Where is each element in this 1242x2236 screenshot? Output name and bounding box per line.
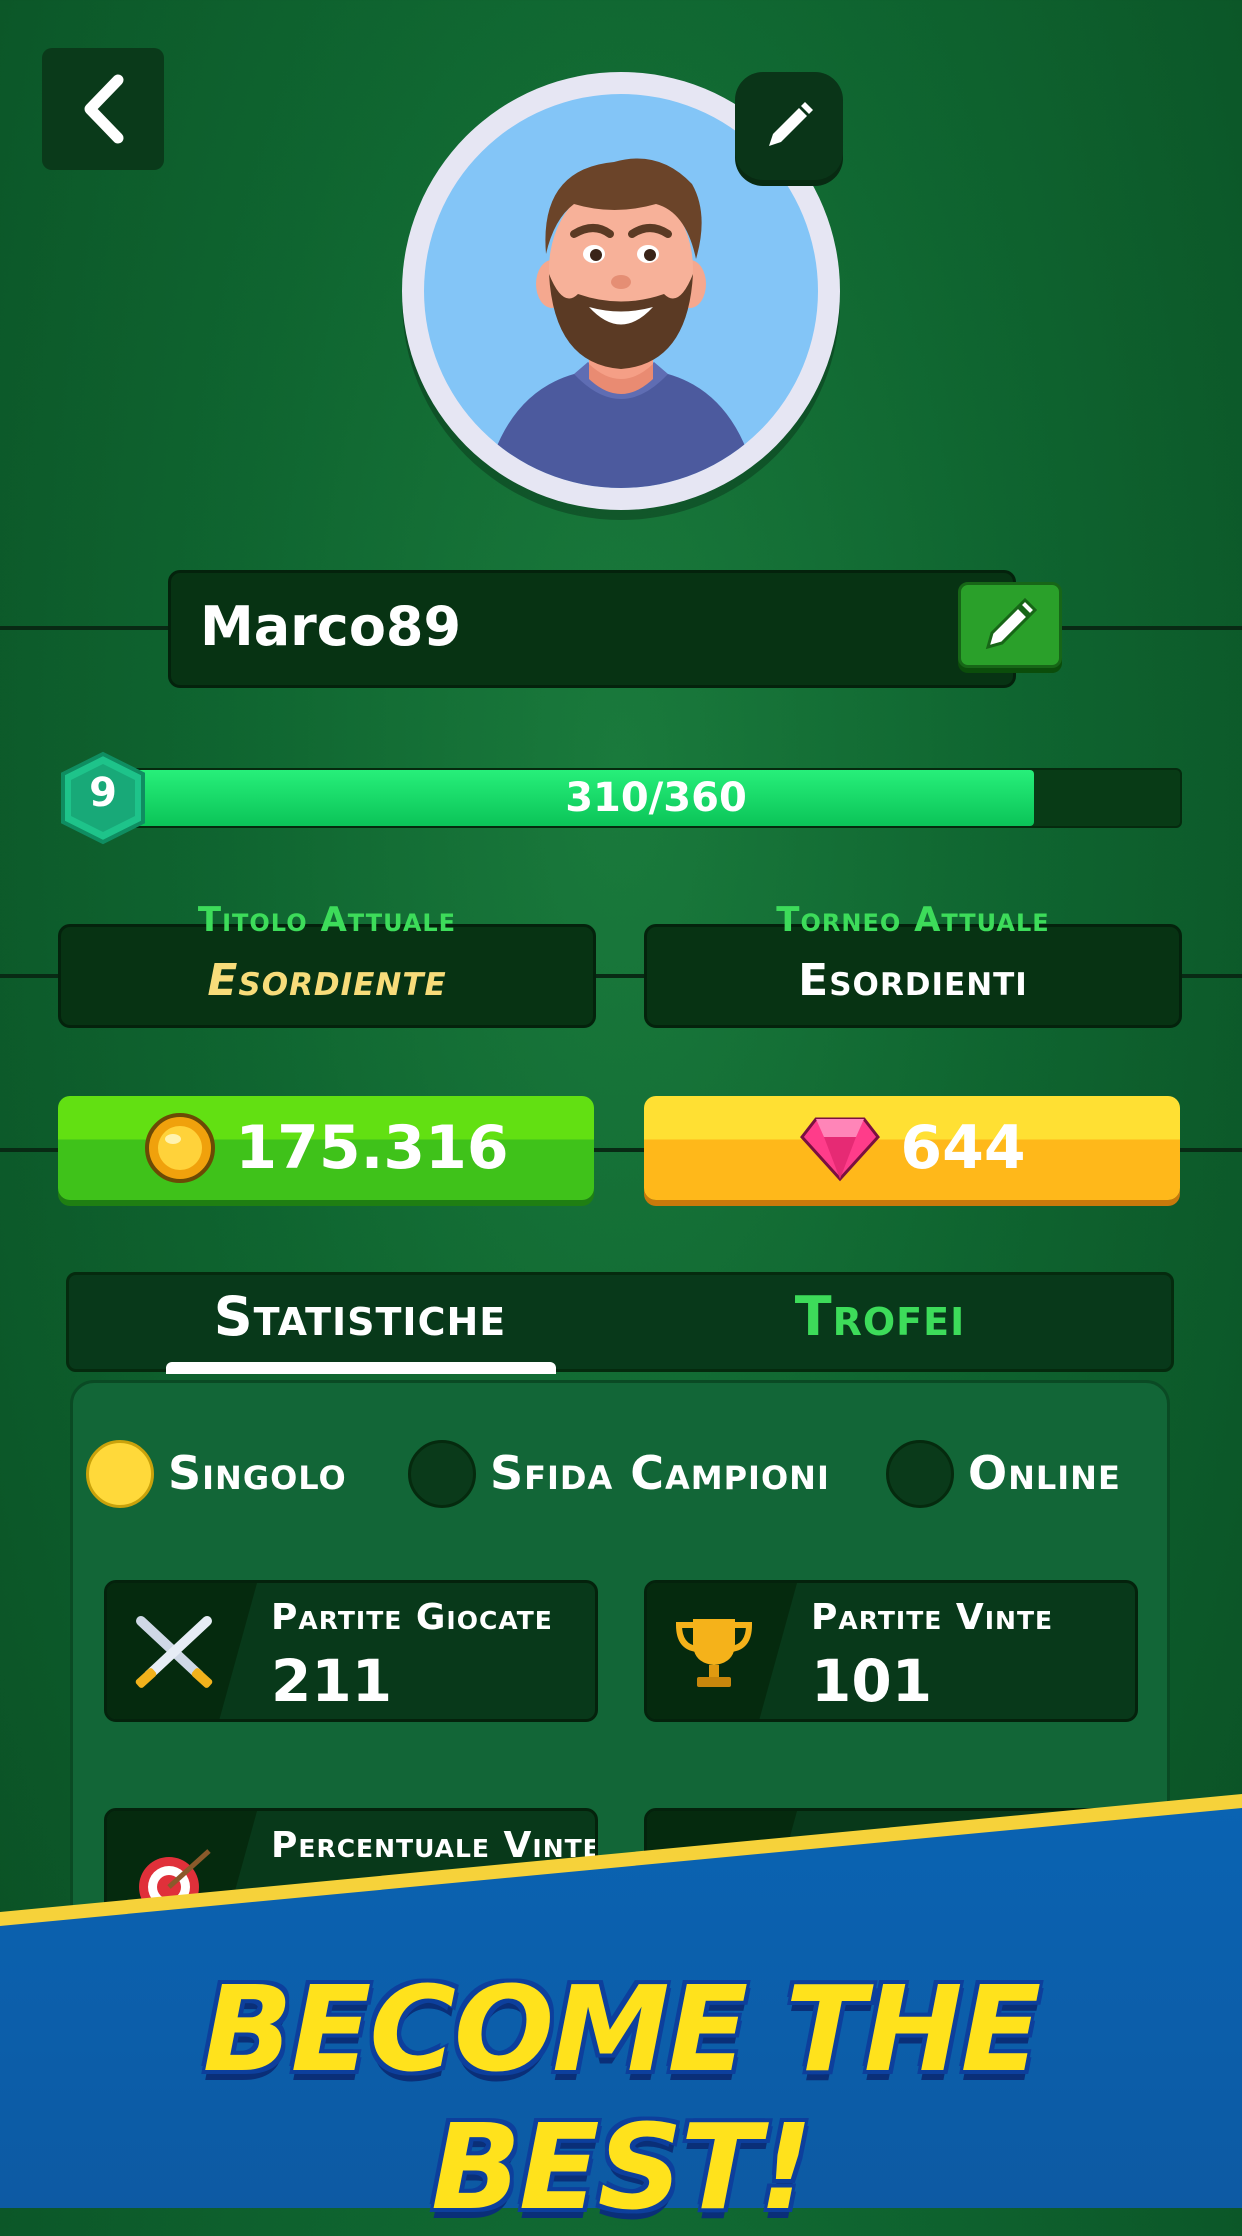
pencil-icon <box>769 102 813 146</box>
stat-card-games-played: Partite Giocate 211 <box>104 1580 598 1722</box>
stat-card-games-won: Partite Vinte 101 <box>644 1580 1138 1722</box>
level-number: 9 <box>89 770 117 816</box>
current-title-label: Titolo Attuale <box>197 900 457 940</box>
coin-icon <box>145 1113 216 1183</box>
radio-label-online[interactable]: Online <box>968 1446 1121 1500</box>
gems-button[interactable]: 644 <box>644 1096 1180 1200</box>
chevron-left-icon <box>84 74 124 144</box>
edit-avatar-button[interactable] <box>735 72 843 180</box>
back-button[interactable] <box>42 48 164 170</box>
active-tab-indicator <box>166 1362 556 1374</box>
crossed-swords-icon <box>135 1616 213 1688</box>
radio-label-singolo[interactable]: Singolo <box>168 1446 347 1500</box>
coins-amount: 175.316 <box>235 1113 509 1183</box>
edit-name-button[interactable] <box>958 582 1062 668</box>
current-title-value: Esordiente <box>207 955 447 1006</box>
promo-banner-text: BECOME THE BEST! <box>202 1960 1041 2236</box>
stat-value: 211 <box>271 1647 393 1715</box>
radio-singolo[interactable] <box>86 1440 154 1508</box>
stat-value: 101 <box>811 1647 933 1715</box>
gem-icon <box>800 1117 881 1182</box>
stat-label: Partite Giocate <box>271 1597 553 1638</box>
current-tournament-value: Esordienti <box>798 955 1028 1006</box>
tab-statistics[interactable]: Statistiche <box>110 1285 610 1348</box>
current-tournament-label: Torneo Attuale <box>776 900 1050 940</box>
tab-trophies[interactable]: Trofei <box>680 1285 1080 1348</box>
pencil-icon <box>985 597 1038 650</box>
trophy-icon <box>675 1619 753 1687</box>
stat-label: Partite Vinte <box>811 1597 1054 1638</box>
xp-progress-text: 310/360 <box>565 775 747 821</box>
radio-label-sfida-campioni[interactable]: Sfida Campioni <box>490 1446 830 1500</box>
radio-online[interactable] <box>886 1440 954 1508</box>
gems-amount: 644 <box>900 1113 1026 1183</box>
radio-sfida-campioni[interactable] <box>408 1440 476 1508</box>
username-text: Marco89 <box>200 595 462 658</box>
coins-button[interactable]: 175.316 <box>58 1096 594 1200</box>
